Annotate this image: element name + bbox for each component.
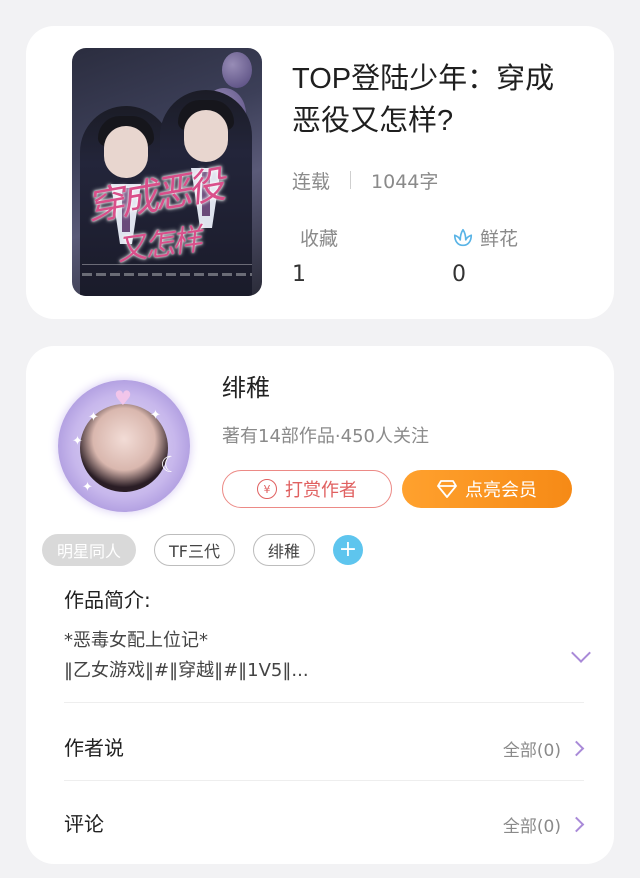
author-name[interactable]: 绯稚: [222, 368, 270, 403]
book-card: 穿成恶役 又怎样 TOP登陆少年：穿成恶役又怎样? 连载 1044字 收藏 1 …: [26, 26, 614, 319]
author-notes-title: 作者说: [64, 736, 124, 760]
expand-chevron-down-icon[interactable]: [571, 643, 591, 663]
chevron-right-icon: [568, 740, 585, 757]
sparkle-icon: ✦: [150, 408, 161, 423]
diamond-icon: [437, 480, 457, 498]
book-meta: 连载 1044字: [292, 166, 438, 194]
heart-icon: ♥: [114, 386, 132, 410]
reward-author-button[interactable]: ¥ 打赏作者: [222, 470, 392, 508]
cover-fineprint: [82, 264, 252, 286]
author-info: 著有14部作品·450人关注: [222, 426, 429, 447]
divider: [64, 702, 584, 703]
tag-item[interactable]: TF三代: [154, 534, 235, 566]
stat-favorites-value: 1: [292, 262, 306, 287]
sparkle-icon: ✦: [72, 434, 83, 449]
sparkle-icon: ✦: [82, 480, 93, 495]
stat-flowers-label[interactable]: 鲜花: [452, 224, 518, 251]
balloon-decoration: [222, 52, 252, 88]
add-tag-button[interactable]: +: [333, 535, 364, 565]
vip-button[interactable]: 点亮会员: [402, 470, 572, 508]
stat-flowers-value: 0: [452, 262, 466, 287]
avatar[interactable]: ♥ ✦ ✦ ✦ ✦ ☾: [58, 380, 190, 512]
author-card: ♥ ✦ ✦ ✦ ✦ ☾ 绯稚 著有14部作品·450人关注 ¥ 打赏作者 点亮会…: [26, 346, 614, 864]
intro-line: *恶毒女配上位记*: [64, 630, 208, 651]
vip-label: 点亮会员: [465, 480, 537, 501]
chevron-right-icon: [568, 816, 585, 833]
status-label: 连载: [292, 170, 331, 193]
intro-line: ‖乙女游戏‖#‖穿越‖#‖1V5‖...: [64, 660, 309, 681]
comments-all-link[interactable]: 全部(0): [503, 812, 585, 837]
book-cover[interactable]: 穿成恶役 又怎样: [72, 48, 262, 296]
flower-icon: [453, 228, 473, 246]
tag-item[interactable]: 明星同人: [42, 534, 137, 566]
sparkle-icon: ✦: [88, 410, 99, 425]
coin-icon: ¥: [257, 479, 277, 499]
word-count: 1044字: [371, 170, 439, 193]
intro-title: 作品简介:: [64, 588, 151, 612]
divider: [64, 780, 584, 781]
comments-title: 评论: [64, 812, 104, 836]
stat-favorites-label[interactable]: 收藏: [300, 224, 338, 251]
reward-label: 打赏作者: [285, 480, 357, 501]
moon-icon: ☾: [160, 453, 180, 478]
author-notes-all-link[interactable]: 全部(0): [503, 736, 585, 761]
meta-divider: [350, 171, 352, 189]
tag-item[interactable]: 绯稚: [253, 534, 316, 566]
tag-list: 明星同人 TF三代 绯稚 +: [42, 534, 364, 566]
intro-text[interactable]: *恶毒女配上位记* ‖乙女游戏‖#‖穿越‖#‖1V5‖...: [64, 626, 554, 686]
book-title: TOP登陆少年：穿成恶役又怎样?: [292, 63, 555, 137]
